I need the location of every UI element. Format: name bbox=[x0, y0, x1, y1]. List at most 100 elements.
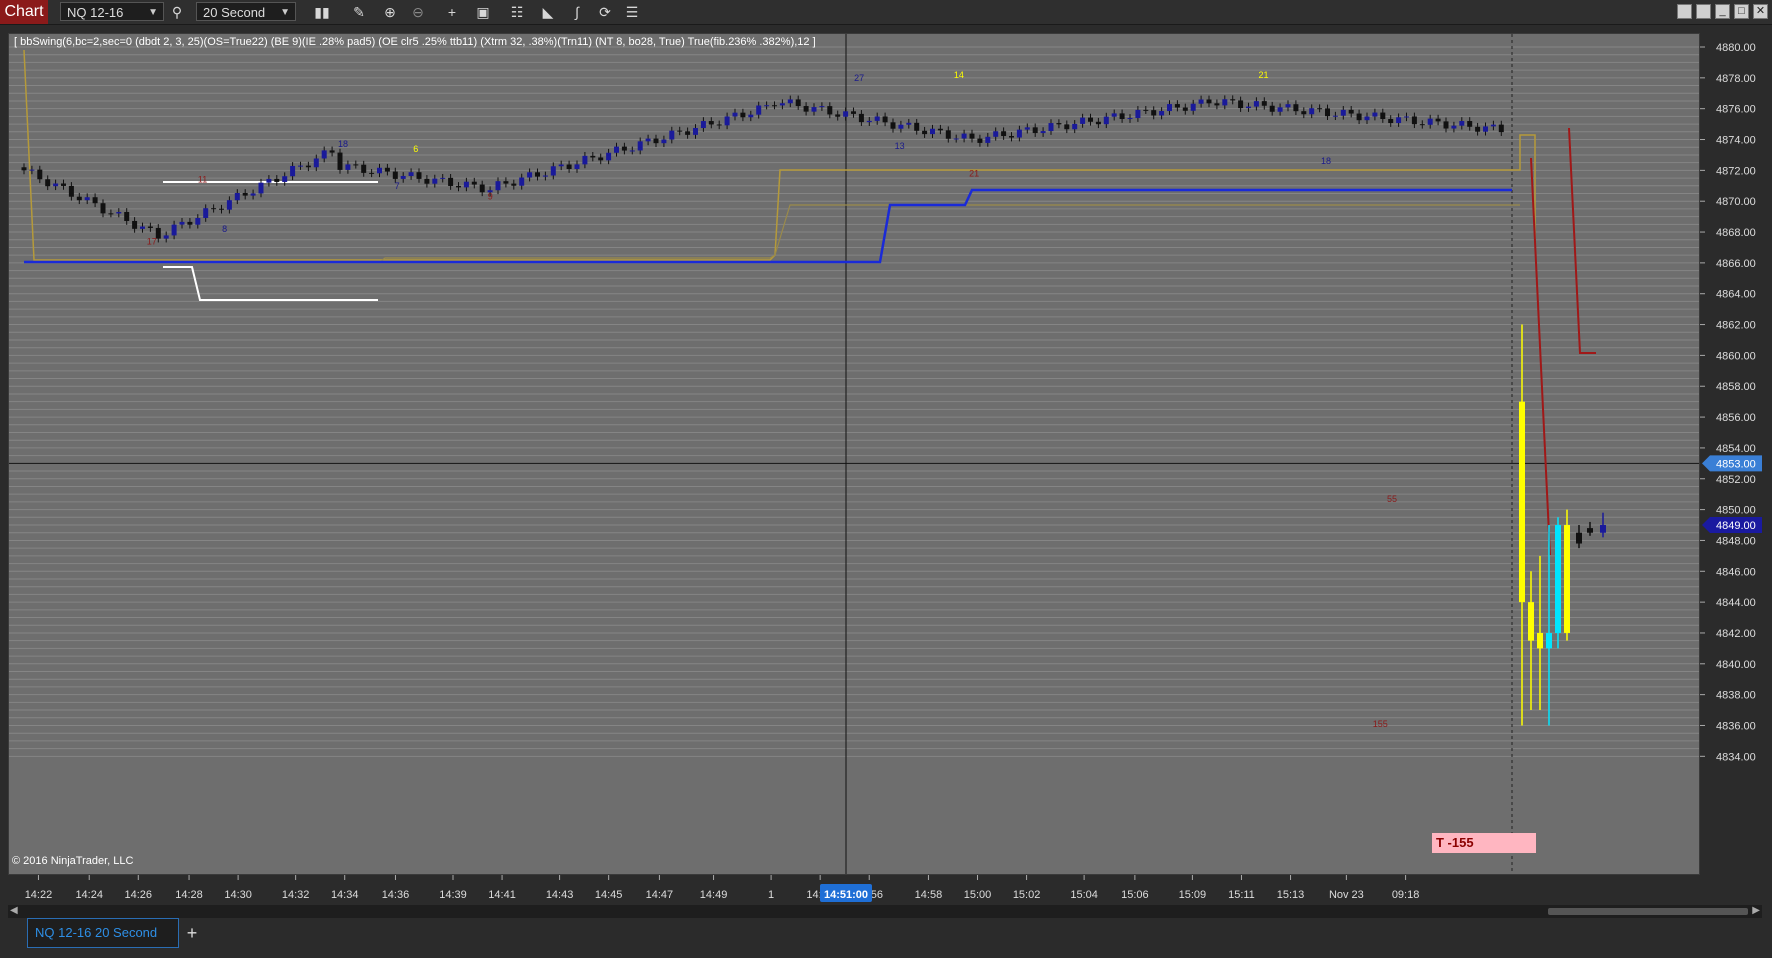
x-tick-label: 14:34 bbox=[331, 889, 359, 901]
candle-body bbox=[772, 105, 777, 107]
scroll-thumb[interactable] bbox=[1548, 908, 1748, 915]
x-tick-label: 15:02 bbox=[1013, 889, 1041, 901]
candle-body bbox=[179, 221, 185, 225]
candle-body bbox=[1253, 101, 1259, 107]
candle-body bbox=[550, 166, 556, 176]
candle-body bbox=[1143, 109, 1149, 111]
swing-label: 18 bbox=[338, 139, 348, 149]
candle-body bbox=[598, 157, 604, 161]
horizontal-scrollbar[interactable]: ◀ ▶ bbox=[8, 905, 1762, 918]
candle-body bbox=[1261, 101, 1267, 106]
x-tick-label: Nov 23 bbox=[1329, 889, 1364, 901]
candle-body bbox=[1119, 113, 1125, 119]
support-line bbox=[163, 266, 378, 301]
candle-body bbox=[1435, 118, 1441, 122]
y-tick-label: 4872.00 bbox=[1716, 165, 1756, 177]
candle-body bbox=[1001, 131, 1007, 137]
candle-body bbox=[1483, 126, 1488, 132]
candle-body bbox=[637, 141, 643, 151]
candle-body bbox=[258, 182, 264, 194]
y-tick-label: 4856.00 bbox=[1716, 412, 1756, 424]
candle-body bbox=[1277, 107, 1283, 112]
candle-body bbox=[574, 164, 580, 170]
swing-label: 6 bbox=[413, 144, 418, 154]
candle-body bbox=[732, 112, 738, 117]
candle-body bbox=[811, 107, 817, 112]
x-tick-label: 14:58 bbox=[915, 889, 943, 901]
candle-body bbox=[456, 185, 461, 188]
candle-body bbox=[195, 217, 201, 225]
candle-body bbox=[953, 138, 959, 140]
x-tick-label: 14:39 bbox=[439, 889, 467, 901]
candle-body bbox=[1587, 528, 1593, 533]
candle-body bbox=[369, 172, 375, 174]
candle-body bbox=[535, 172, 540, 177]
y-tick-label: 4854.00 bbox=[1716, 443, 1756, 455]
candle-body bbox=[1293, 104, 1299, 112]
x-tick-label: 14:24 bbox=[75, 889, 103, 901]
swing-label: 21 bbox=[1258, 70, 1268, 80]
candle-body bbox=[1182, 107, 1188, 111]
candle-body bbox=[1404, 116, 1409, 118]
candle-body bbox=[1246, 106, 1251, 109]
x-tick-label: 14:28 bbox=[175, 889, 203, 901]
swing-label: 21 bbox=[969, 169, 979, 179]
candle-body bbox=[1080, 117, 1086, 124]
tab-bar bbox=[0, 918, 1772, 958]
trade-pnl-label[interactable]: T -155 bbox=[1432, 833, 1536, 853]
candle-body bbox=[1419, 124, 1425, 126]
candle-body bbox=[835, 114, 841, 117]
candle-body bbox=[1040, 131, 1046, 134]
downtrend-line-2 bbox=[1568, 127, 1596, 354]
candle-body bbox=[874, 116, 880, 121]
x-tick-label: 14:41 bbox=[488, 889, 516, 901]
candle-body bbox=[606, 152, 612, 161]
candle-body bbox=[503, 181, 509, 184]
scroll-right-icon[interactable]: ▶ bbox=[1752, 905, 1760, 916]
candle-body bbox=[1095, 121, 1101, 125]
candle-body bbox=[108, 213, 114, 215]
x-tick-label: 14:26 bbox=[125, 889, 153, 901]
swing-label: 8 bbox=[222, 224, 227, 234]
candle-body bbox=[1238, 100, 1244, 109]
candle-body bbox=[1537, 632, 1543, 649]
candle-body bbox=[795, 99, 801, 107]
candle-body bbox=[1135, 109, 1141, 119]
tab-chart[interactable]: NQ 12-16 20 Second bbox=[27, 918, 179, 948]
candle-body bbox=[266, 178, 272, 183]
swing-label: 18 bbox=[1321, 156, 1331, 166]
candle-body bbox=[629, 150, 635, 152]
scroll-left-icon[interactable]: ◀ bbox=[10, 905, 18, 916]
candle-body bbox=[400, 175, 406, 179]
candle-body bbox=[1372, 112, 1378, 117]
candle-body bbox=[163, 235, 169, 239]
candle-body bbox=[1467, 121, 1473, 127]
candle-body bbox=[329, 150, 335, 153]
x-tick-label: 15:09 bbox=[1179, 889, 1207, 901]
candle-body bbox=[361, 164, 367, 173]
candle-body bbox=[1348, 109, 1354, 114]
candle-body bbox=[140, 226, 145, 229]
candle-body bbox=[890, 122, 896, 129]
candle-body bbox=[1475, 126, 1481, 132]
y-tick-label: 4846.00 bbox=[1716, 566, 1756, 578]
candle-body bbox=[787, 99, 793, 104]
candle-body bbox=[1332, 115, 1338, 117]
candle-body bbox=[1498, 124, 1504, 133]
candle-body bbox=[100, 203, 106, 214]
candle-body bbox=[1564, 525, 1570, 633]
candle-body bbox=[298, 165, 303, 167]
last-price-label: 4849.00 bbox=[1716, 520, 1756, 532]
candle-body bbox=[1088, 117, 1093, 122]
candle-body bbox=[1519, 401, 1525, 603]
candle-body bbox=[1555, 525, 1561, 633]
candle-body bbox=[61, 183, 66, 186]
y-tick-label: 4878.00 bbox=[1716, 73, 1756, 85]
candle-body bbox=[53, 183, 59, 187]
candle-body bbox=[440, 177, 446, 179]
candle-body bbox=[226, 200, 232, 210]
candle-body bbox=[321, 150, 327, 159]
candle-body bbox=[977, 138, 983, 143]
add-tab-button[interactable]: + bbox=[182, 922, 202, 944]
crosshair-price-label: 4853.00 bbox=[1716, 458, 1756, 470]
